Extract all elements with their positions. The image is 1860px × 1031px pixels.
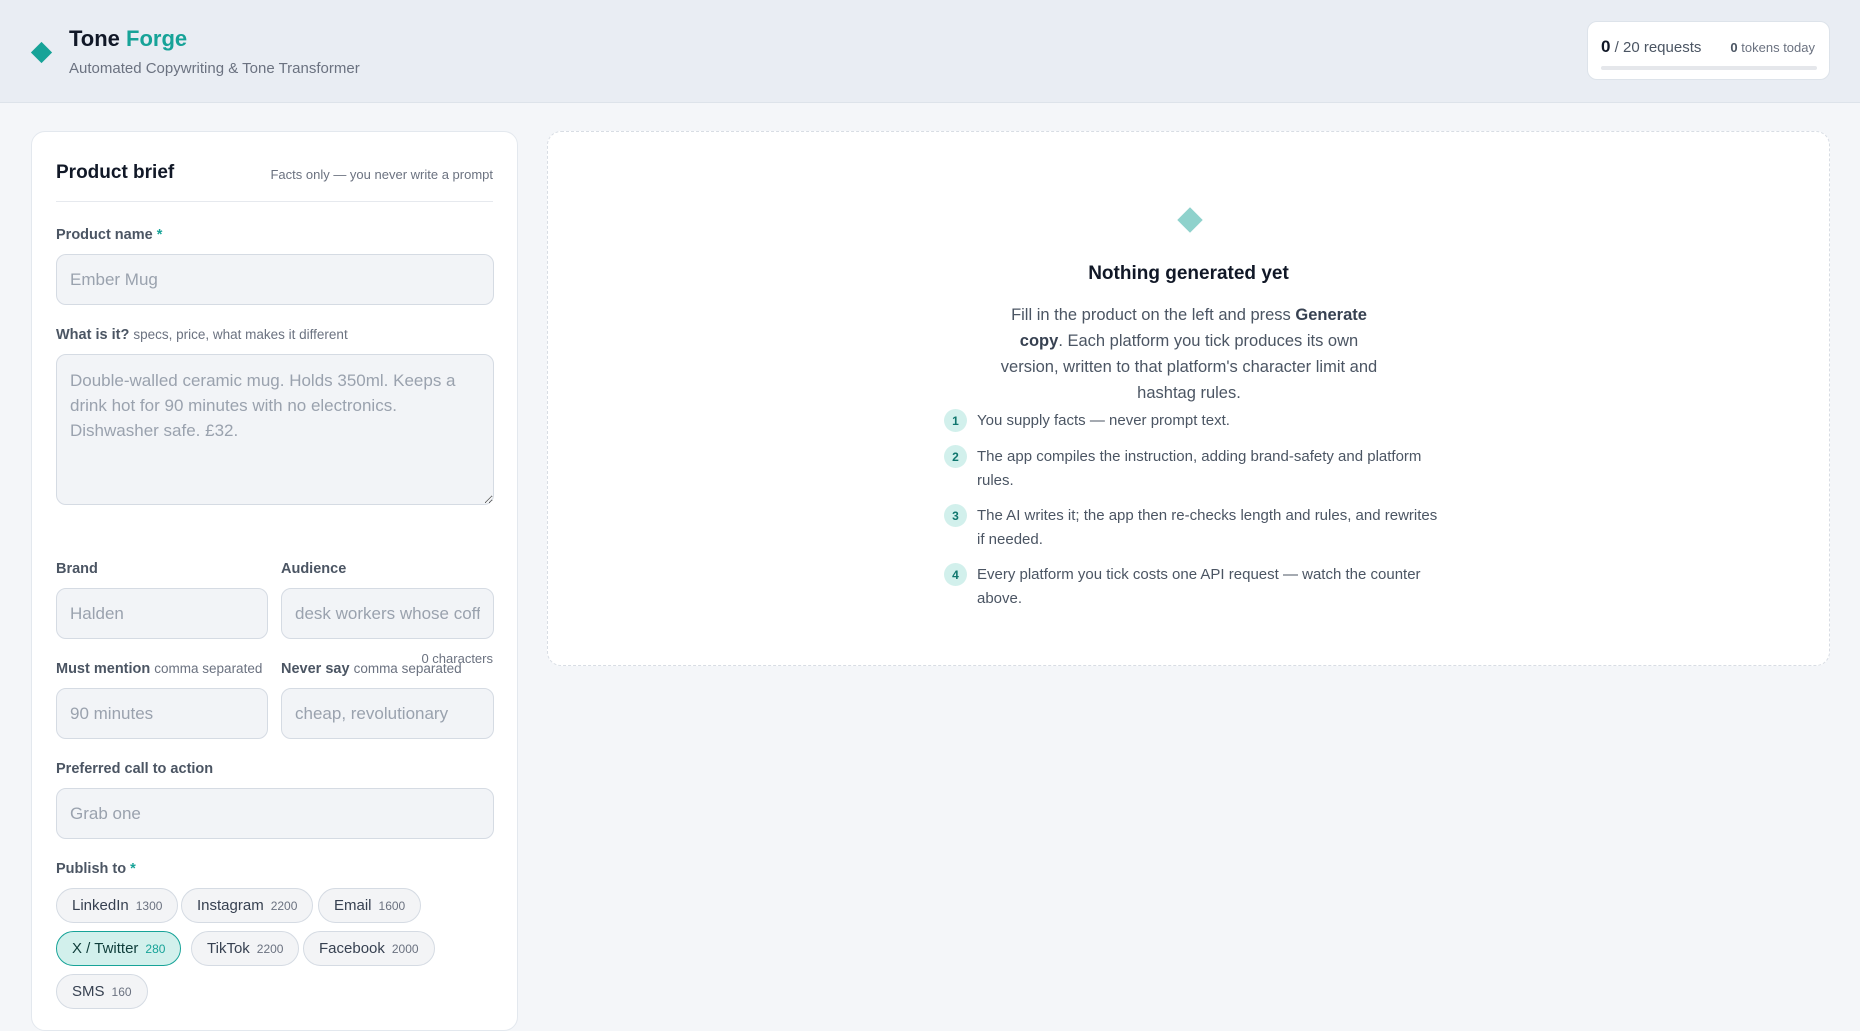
step-number-badge: 3 (944, 504, 967, 527)
app-subtitle: Automated Copywriting & Tone Transformer (69, 60, 360, 77)
step-item: 4 Every platform you tick costs one API … (944, 563, 1442, 611)
app-title: Tone Forge (69, 26, 188, 51)
product-brief-panel: Product brief Facts only — you never wri… (31, 131, 518, 1031)
must-mention-label: Must mention comma separated (56, 661, 263, 677)
product-description-textarea[interactable] (56, 354, 494, 505)
platform-chip-linkedin[interactable]: LinkedIn 1300 (56, 888, 179, 923)
brand-label: Brand (56, 561, 98, 577)
audience-input[interactable] (281, 588, 494, 639)
usage-counter: 0 / 20 requests 0 tokens today (1587, 21, 1830, 80)
platform-chip-instagram[interactable]: Instagram 2200 (181, 888, 314, 923)
app-header: Tone Forge Automated Copywriting & Tone … (0, 0, 1860, 103)
audience-label: Audience (281, 561, 347, 577)
what-is-it-label: What is it? specs, price, what makes it … (56, 327, 348, 343)
step-text: The AI writes it; the app then re-checks… (977, 507, 1438, 548)
step-item: 2 The app compiles the instruction, addi… (944, 445, 1442, 493)
step-number-badge: 1 (944, 409, 967, 432)
platform-chip-email[interactable]: Email 1600 (318, 888, 422, 923)
panel-note: Facts only — you never write a prompt (270, 167, 493, 182)
diamond-icon (1177, 207, 1203, 233)
platform-chip-x-twitter[interactable]: X / Twitter 280 (56, 931, 182, 966)
step-item: 1 You supply facts — never prompt text. (944, 409, 1442, 433)
output-empty-state: Nothing generated yet Fill in the produc… (547, 131, 1830, 666)
step-item: 3 The AI writes it; the app then re-chec… (944, 504, 1442, 552)
platform-chip-sms[interactable]: SMS 160 (56, 974, 148, 1009)
cta-label: Preferred call to action (56, 761, 214, 777)
product-name-label: Product name * (56, 227, 163, 243)
never-say-label: Never say comma separated (281, 661, 462, 677)
publish-to-label: Publish to * (56, 861, 136, 877)
step-text: Every platform you tick costs one API re… (977, 566, 1421, 607)
panel-header: Product brief Facts only — you never wri… (56, 132, 493, 202)
step-text: The app compiles the instruction, adding… (977, 448, 1422, 489)
must-mention-input[interactable] (56, 688, 268, 739)
step-number-badge: 2 (944, 445, 967, 468)
empty-state-title: Nothing generated yet (1088, 263, 1289, 284)
brand-input[interactable] (56, 588, 268, 639)
cta-input[interactable] (56, 788, 494, 839)
tokens-count: 0 tokens today (1730, 40, 1815, 55)
step-text: You supply facts — never prompt text. (977, 412, 1230, 429)
usage-progress-bar (1601, 66, 1817, 70)
diamond-logo-icon (30, 41, 53, 64)
requests-count: 0 / 20 requests (1601, 37, 1702, 56)
panel-title: Product brief (56, 162, 175, 183)
platform-chip-facebook[interactable]: Facebook 2000 (303, 931, 435, 966)
step-number-badge: 4 (944, 563, 967, 586)
empty-state-description: Fill in the product on the left and pres… (1000, 306, 1378, 402)
platform-chip-tiktok[interactable]: TikTok 2200 (191, 931, 300, 966)
never-say-input[interactable] (281, 688, 494, 739)
product-name-input[interactable] (56, 254, 494, 305)
